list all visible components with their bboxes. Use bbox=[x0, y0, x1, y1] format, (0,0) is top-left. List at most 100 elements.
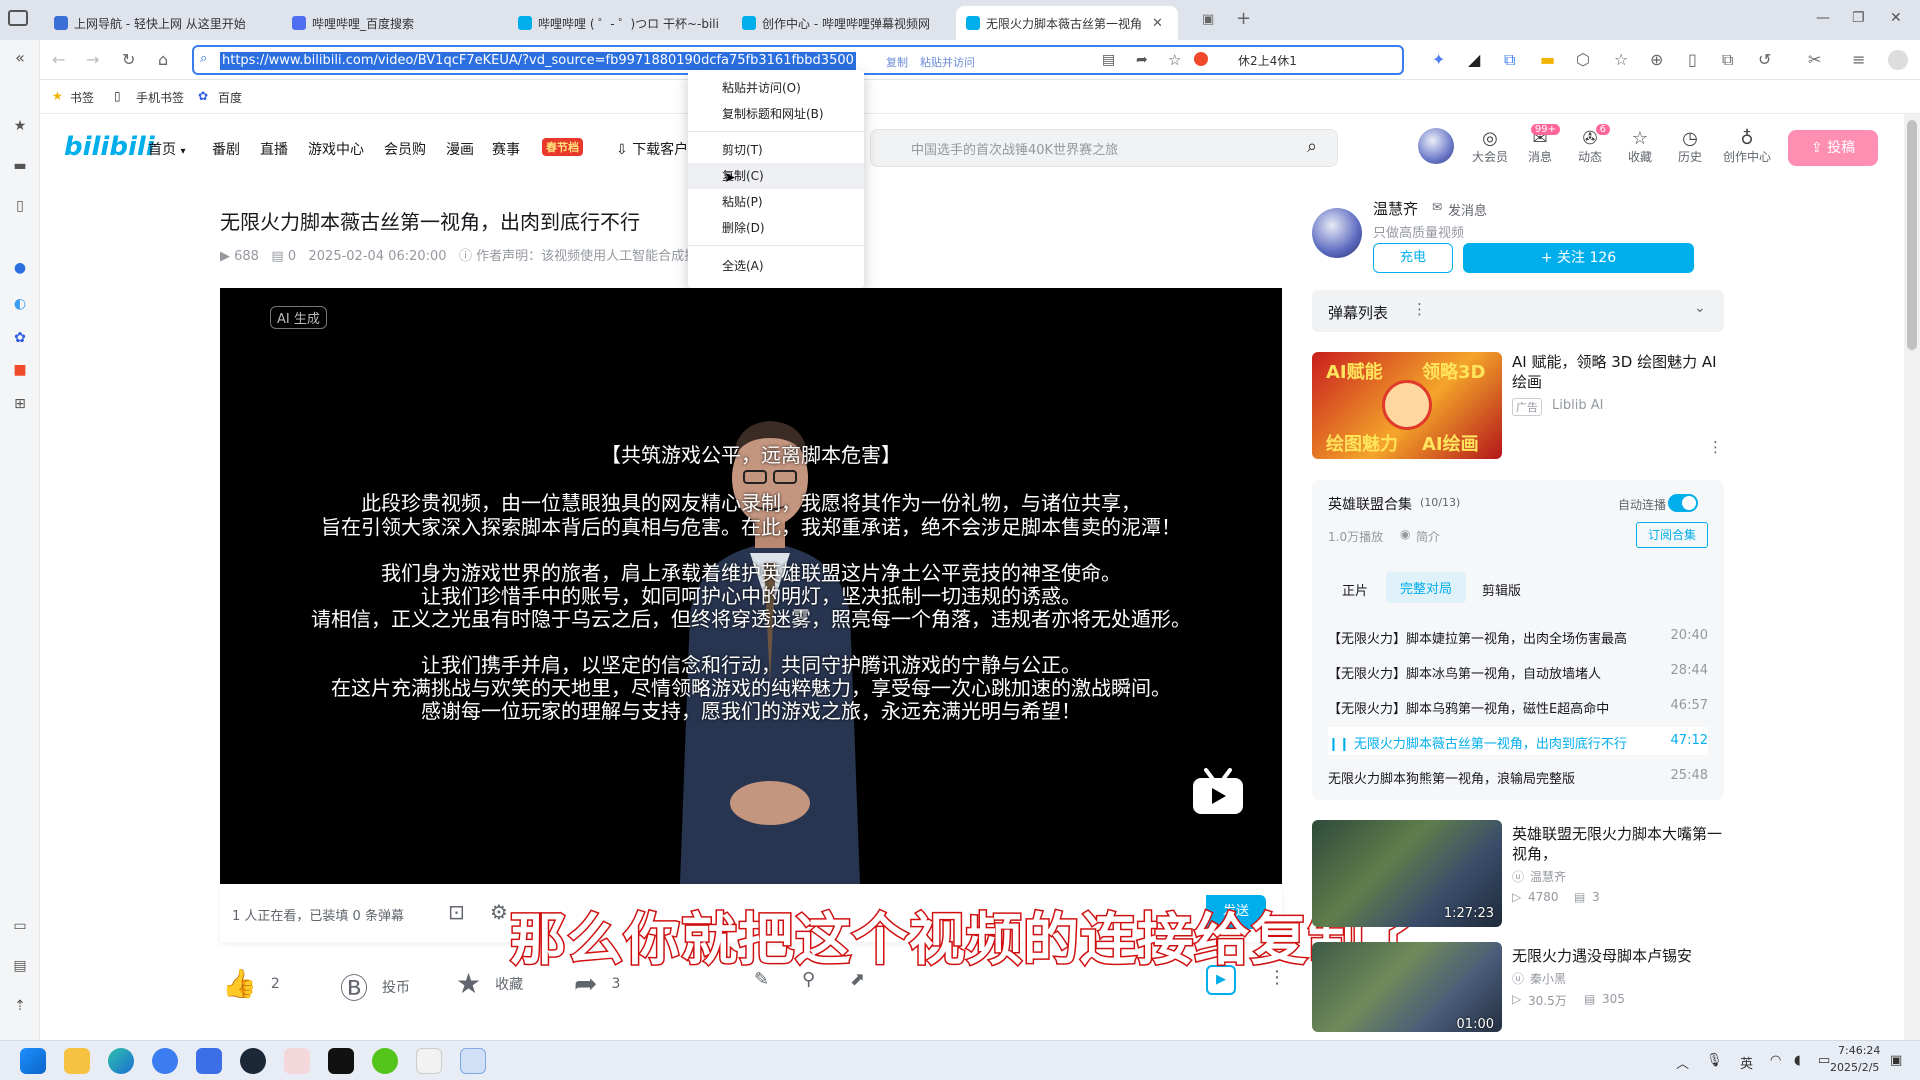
qq-icon[interactable] bbox=[284, 1048, 310, 1074]
tab-main[interactable]: 正片 bbox=[1342, 580, 1368, 599]
file-explorer-icon[interactable] bbox=[64, 1048, 90, 1074]
tab-4-active[interactable]: 无限火力脚本薇古丝第一视角 ✕ bbox=[956, 6, 1178, 40]
bookmark-item[interactable]: 百度 bbox=[218, 89, 242, 106]
phone-icon[interactable]: ▯ bbox=[1688, 50, 1697, 69]
tab-3[interactable]: 创作中心 - 哔哩哔哩弹幕视频网 bbox=[732, 6, 942, 40]
recommend-card[interactable]: 01:00 无限火力遇没母脚本卢锡安 ⓤ 秦小黑 ▷ 30.5万 ▤ 305 bbox=[1312, 942, 1724, 1032]
kebab-icon[interactable]: ⋮ bbox=[1412, 300, 1427, 318]
nav-anime[interactable]: 番剧 bbox=[212, 139, 240, 159]
volume-icon[interactable]: ◖ bbox=[1794, 1053, 1801, 1068]
chevron-down-icon[interactable]: ⌄ bbox=[1694, 300, 1706, 316]
recommend-title[interactable]: 无限火力遇没母脚本卢锡安 bbox=[1512, 946, 1722, 966]
recommend-title[interactable]: 英雄联盟无限火力脚本大嘴第一视角， bbox=[1512, 824, 1722, 864]
uploader-avatar[interactable] bbox=[1312, 208, 1362, 258]
tab-full-match-active[interactable]: 完整对局 bbox=[1386, 572, 1467, 603]
nav-manga[interactable]: 漫画 bbox=[446, 139, 474, 159]
favorites-side-icon[interactable]: ★ bbox=[12, 118, 28, 134]
collection-item[interactable]: 【无限火力】脚本婕拉第一视角，出肉全场伤害最高 20:40 bbox=[1328, 622, 1708, 650]
share-icon[interactable]: ➦ bbox=[1136, 52, 1148, 68]
user-avatar[interactable] bbox=[1418, 128, 1454, 164]
scissors-icon[interactable]: ✂ bbox=[1808, 50, 1821, 69]
baidu-side-icon[interactable]: ✿ bbox=[12, 330, 28, 346]
favorite-entry[interactable]: ☆ 收藏 bbox=[1620, 128, 1660, 165]
recommend-thumbnail[interactable]: 01:00 bbox=[1312, 942, 1502, 1032]
minimize-icon[interactable]: — bbox=[1816, 10, 1830, 26]
follow-button[interactable]: + 关注 126 bbox=[1463, 243, 1694, 273]
collection-item[interactable]: 【无限火力】脚本乌鸦第一视角，磁性E超高命中 46:57 bbox=[1328, 692, 1708, 720]
favorites-icon[interactable]: ☆ bbox=[1614, 50, 1628, 69]
home-icon[interactable]: ⌂ bbox=[158, 50, 168, 69]
refresh-icon[interactable]: ↻ bbox=[122, 50, 135, 69]
scrollbar-thumb[interactable] bbox=[1907, 120, 1917, 350]
download-icon[interactable]: ⊕ bbox=[1650, 50, 1663, 69]
browser-app-icon[interactable] bbox=[152, 1048, 178, 1074]
tab-grid-icon[interactable]: ▣ bbox=[1202, 12, 1214, 27]
translate-icon[interactable]: ⧉ bbox=[1504, 50, 1515, 70]
nav-shop[interactable]: 会员购 bbox=[384, 139, 426, 159]
window-icon[interactable]: ⧉ bbox=[1722, 50, 1733, 70]
nav-home[interactable]: 首页 ▾ bbox=[148, 139, 185, 159]
app-side-icon-2[interactable]: ■ bbox=[12, 362, 28, 378]
tab-2[interactable]: 哔哩哔哩 ( ゜- ゜)つロ 干杯~-bili bbox=[508, 6, 718, 40]
url-copy-button[interactable]: 复制 bbox=[886, 54, 908, 70]
active-browser-icon[interactable] bbox=[460, 1048, 486, 1074]
danmaku-toggle-icon[interactable]: ⊡ bbox=[448, 900, 465, 924]
new-tab-icon[interactable]: + bbox=[1236, 8, 1251, 29]
puzzle-icon[interactable]: ⬡ bbox=[1576, 50, 1590, 69]
menu-delete[interactable]: 删除(D) bbox=[688, 215, 864, 241]
menu-cut[interactable]: 剪切(T) bbox=[688, 137, 864, 163]
send-message-link[interactable]: 发消息 bbox=[1448, 200, 1487, 219]
clock-time[interactable]: 7:46:24 bbox=[1838, 1044, 1880, 1057]
side-bottom-icon-2[interactable]: ▤ bbox=[12, 958, 28, 974]
folder-icon[interactable]: ▬ bbox=[1540, 50, 1555, 69]
like-button[interactable]: 👍 2 bbox=[222, 967, 280, 1000]
recommend-thumbnail[interactable]: 1:27:23 bbox=[1312, 820, 1502, 927]
extension-icon-1[interactable]: ✦ bbox=[1432, 50, 1445, 69]
tab-1[interactable]: 哔哩哔哩_百度搜索 bbox=[282, 6, 502, 40]
wechat-icon[interactable] bbox=[372, 1048, 398, 1074]
close-window-icon[interactable]: ✕ bbox=[1890, 10, 1902, 26]
menu-select-all[interactable]: 全选(A) bbox=[688, 253, 864, 279]
collection-item[interactable]: 【无限火力】脚本冰鸟第一视角，自动放墙堵人 28:44 bbox=[1328, 657, 1708, 685]
url-text-selected[interactable]: https://www.bilibili.com/video/BV1qcF7eK… bbox=[220, 52, 856, 70]
creator-entry[interactable]: ♁ 创作中心 bbox=[1720, 128, 1774, 165]
phone-side-icon[interactable]: ▯ bbox=[12, 198, 28, 214]
message-entry[interactable]: ✉ 99+ 消息 bbox=[1520, 124, 1560, 165]
office-icon[interactable] bbox=[416, 1048, 442, 1074]
side-bottom-icon-1[interactable]: ▭ bbox=[12, 918, 28, 934]
collection-title[interactable]: 英雄联盟合集 bbox=[1328, 494, 1412, 514]
ad-title[interactable]: AI 赋能，领略 3D 绘图魅力 AI绘画 bbox=[1512, 352, 1722, 392]
folder-side-icon[interactable]: ▬ bbox=[12, 158, 28, 174]
bookmark-item[interactable]: 手机书签 bbox=[136, 89, 184, 106]
collection-item-current[interactable]: ❙❙ 无限火力脚本薇古丝第一视角，出肉到底行不行 47:12 bbox=[1328, 727, 1708, 755]
pin-icon[interactable]: ⇡ bbox=[12, 998, 28, 1014]
ad-thumbnail[interactable]: AI赋能 领略3D 绘图魅力 AI绘画 bbox=[1312, 352, 1502, 459]
collection-item[interactable]: 无限火力脚本狗熊第一视角，浪输局完整版 25:48 bbox=[1328, 762, 1708, 790]
edge-icon[interactable] bbox=[108, 1048, 134, 1074]
tab-edited[interactable]: 剪辑版 bbox=[1482, 580, 1521, 599]
url-paste-visit-button[interactable]: 粘贴并访问 bbox=[920, 54, 975, 70]
recommend-up[interactable]: 温慧齐 bbox=[1530, 868, 1566, 885]
menu-copy[interactable]: 复制(C) bbox=[688, 163, 864, 189]
tab-0[interactable]: 上网导航 - 轻快上网 从这里开始 bbox=[44, 6, 264, 40]
bilibili-logo[interactable]: bilibili bbox=[64, 132, 155, 162]
add-side-icon[interactable]: ⊞ bbox=[12, 396, 28, 412]
reader-icon[interactable]: ▤ bbox=[1102, 52, 1115, 68]
nav-game[interactable]: 游戏中心 bbox=[308, 139, 364, 159]
capcut-icon[interactable] bbox=[328, 1048, 354, 1074]
app-side-icon-1[interactable]: ◐ bbox=[12, 296, 28, 312]
search-side-icon[interactable]: ● bbox=[12, 260, 28, 276]
menu-icon[interactable]: ≡ bbox=[1852, 50, 1865, 69]
sidebar-toggle-icon[interactable] bbox=[8, 10, 28, 26]
microphone-icon[interactable]: 🎙 bbox=[1706, 1053, 1723, 1068]
danmaku-settings-icon[interactable]: ⚙ bbox=[490, 900, 508, 924]
star-icon[interactable]: ☆ bbox=[1168, 51, 1181, 69]
tab-close-icon[interactable]: ✕ bbox=[1152, 16, 1163, 31]
coin-button[interactable]: Ⓑ 投币 bbox=[340, 967, 410, 1007]
spring-festival-badge[interactable]: 春节档 bbox=[542, 138, 583, 156]
bili-search-input[interactable]: 中国选手的首次战锤40K世界赛之旅 ⌕ bbox=[870, 129, 1338, 167]
dynamic-entry[interactable]: ✇ 6 动态 bbox=[1570, 124, 1610, 165]
tray-chevron-icon[interactable]: ︿ bbox=[1676, 1053, 1689, 1072]
ad-card[interactable]: AI赋能 领略3D 绘图魅力 AI绘画 AI 赋能，领略 3D 绘图魅力 AI绘… bbox=[1312, 352, 1724, 460]
wifi-icon[interactable]: ◠ bbox=[1770, 1053, 1781, 1068]
